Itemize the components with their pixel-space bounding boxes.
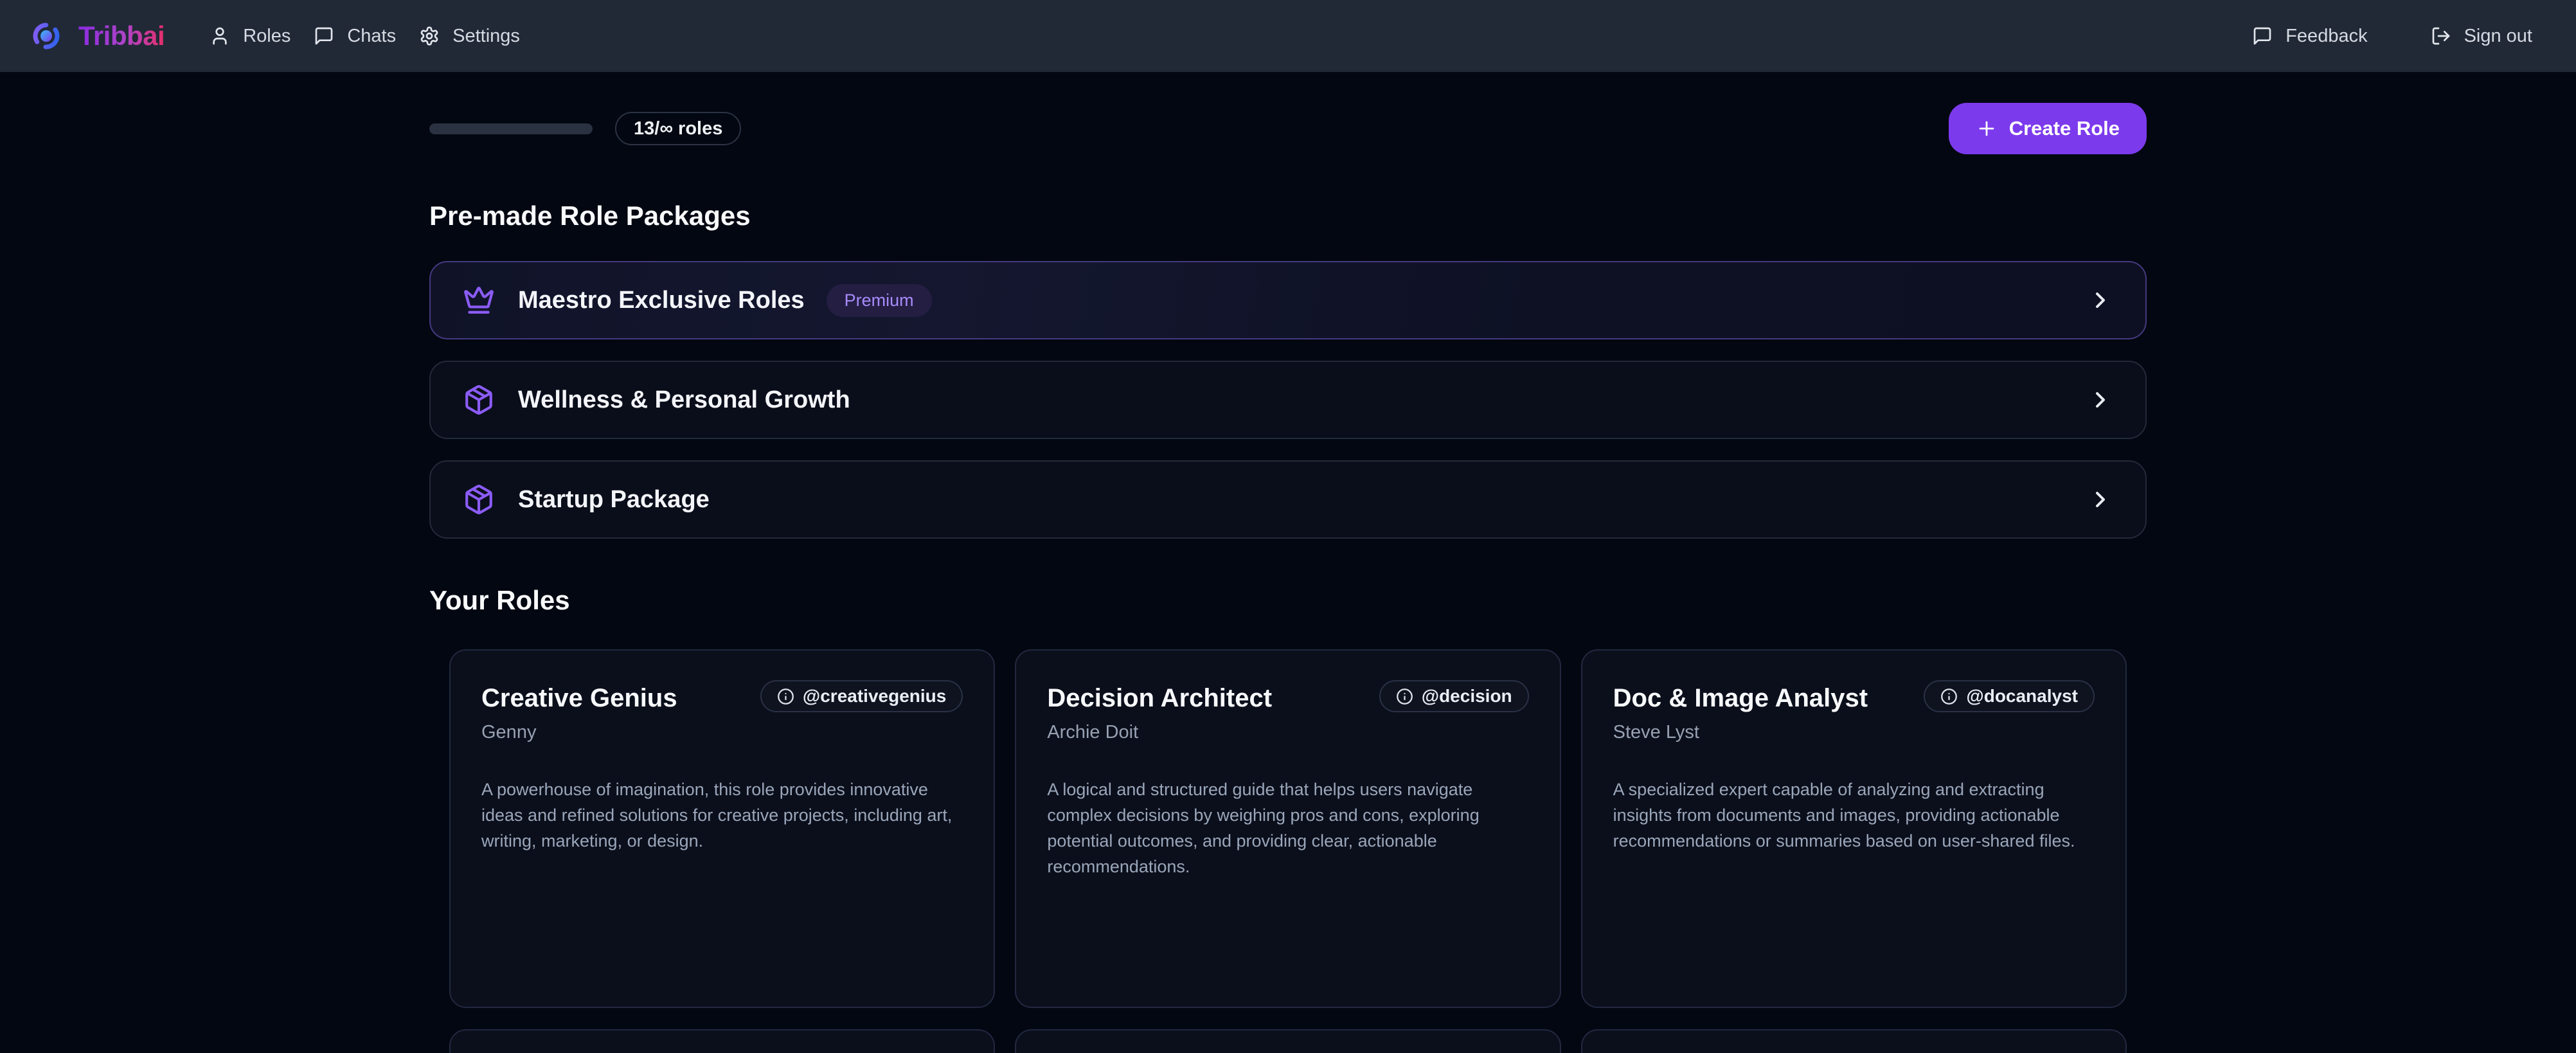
nav-item-chats[interactable]: Chats [314,26,396,47]
package-row-startup[interactable]: Startup Package [429,460,2147,539]
role-title: Decision Architect [1047,680,1272,713]
premium-badge: Premium [827,284,932,317]
roles-toolbar: 13/∞ roles Create Role [429,103,2147,154]
role-title: Creative Genius [481,680,677,713]
user-icon [210,26,230,46]
nav-label: Settings [452,26,520,47]
nav-label: Roles [243,26,291,47]
topbar-right: Feedback Sign out [2252,26,2532,47]
info-icon [1940,688,1958,705]
role-handle-badge[interactable]: @docanalyst [1924,680,2095,712]
nav-label: Chats [347,26,396,47]
role-handle: @creativegenius [803,686,946,706]
role-card-partial[interactable] [1015,1029,1561,1053]
brand-logo[interactable]: Tribbai [31,21,165,51]
role-subtitle: Archie Doit [1047,722,1528,743]
package-list: Maestro Exclusive Roles Premium Wellness… [429,261,2147,539]
role-card-doc-image-analyst[interactable]: Doc & Image Analyst @docanalyst Steve Ly… [1581,649,2127,1008]
role-handle-badge[interactable]: @decision [1379,680,1529,712]
package-icon [463,384,495,416]
package-title: Startup Package [518,486,710,514]
sign-out-icon [2431,26,2451,46]
role-description: A powerhouse of imagination, this role p… [481,777,963,854]
role-card-decision-architect[interactable]: Decision Architect @decision Archie Doit… [1015,649,1561,1008]
sign-out-button[interactable]: Sign out [2431,26,2532,47]
your-roles-title: Your Roles [429,585,2147,616]
card-header: Creative Genius @creativegenius [481,680,963,713]
create-role-button[interactable]: Create Role [1949,103,2147,154]
role-handle-badge[interactable]: @creativegenius [760,680,963,712]
feedback-button[interactable]: Feedback [2252,26,2367,47]
sign-out-label: Sign out [2464,26,2532,47]
role-card-creative-genius[interactable]: Creative Genius @creativegenius Genny A … [449,649,995,1008]
role-card-partial[interactable] [1581,1029,2127,1053]
card-header: Doc & Image Analyst @docanalyst [1613,680,2095,713]
info-icon [1396,688,1413,705]
chevron-right-icon [2088,487,2113,512]
chevron-right-icon [2088,387,2113,413]
package-icon [463,483,495,516]
card-header: Decision Architect @decision [1047,680,1528,713]
package-title: Maestro Exclusive Roles [518,287,805,314]
role-card-grid: Creative Genius @creativegenius Genny A … [429,649,2147,1008]
package-row-maestro[interactable]: Maestro Exclusive Roles Premium [429,261,2147,339]
roles-count-badge: 13/∞ roles [615,112,741,145]
roles-progress-bar [429,123,593,134]
role-description: A specialized expert capable of analyzin… [1613,777,2095,854]
role-subtitle: Steve Lyst [1613,722,2095,743]
topbar: Tribbai Roles Chats [0,0,2576,72]
nav-item-settings[interactable]: Settings [419,26,520,47]
info-icon [777,688,794,705]
roles-usage: 13/∞ roles [429,112,741,145]
feedback-chat-icon [2252,26,2273,46]
tribbai-logo-icon [31,21,62,51]
role-subtitle: Genny [481,722,963,743]
role-handle: @docanalyst [1966,686,2078,706]
main-nav: Roles Chats Settings [210,26,520,47]
premade-packages-title: Pre-made Role Packages [429,201,2147,231]
plus-icon [1976,118,1998,140]
role-description: A logical and structured guide that help… [1047,777,1528,879]
role-card-partial[interactable] [449,1029,995,1053]
package-title: Wellness & Personal Growth [518,386,850,414]
nav-item-roles[interactable]: Roles [210,26,291,47]
brand-name: Tribbai [78,21,165,51]
create-role-label: Create Role [2009,117,2120,140]
role-handle: @decision [1422,686,1512,706]
role-title: Doc & Image Analyst [1613,680,1868,713]
crown-icon [463,284,495,316]
gear-icon [419,26,440,46]
main-content: 13/∞ roles Create Role Pre-made Role Pac… [429,103,2147,1053]
chat-icon [314,26,334,46]
role-card-grid-row2 [429,1029,2147,1053]
feedback-label: Feedback [2285,26,2367,47]
package-row-wellness[interactable]: Wellness & Personal Growth [429,361,2147,439]
chevron-right-icon [2088,287,2113,313]
